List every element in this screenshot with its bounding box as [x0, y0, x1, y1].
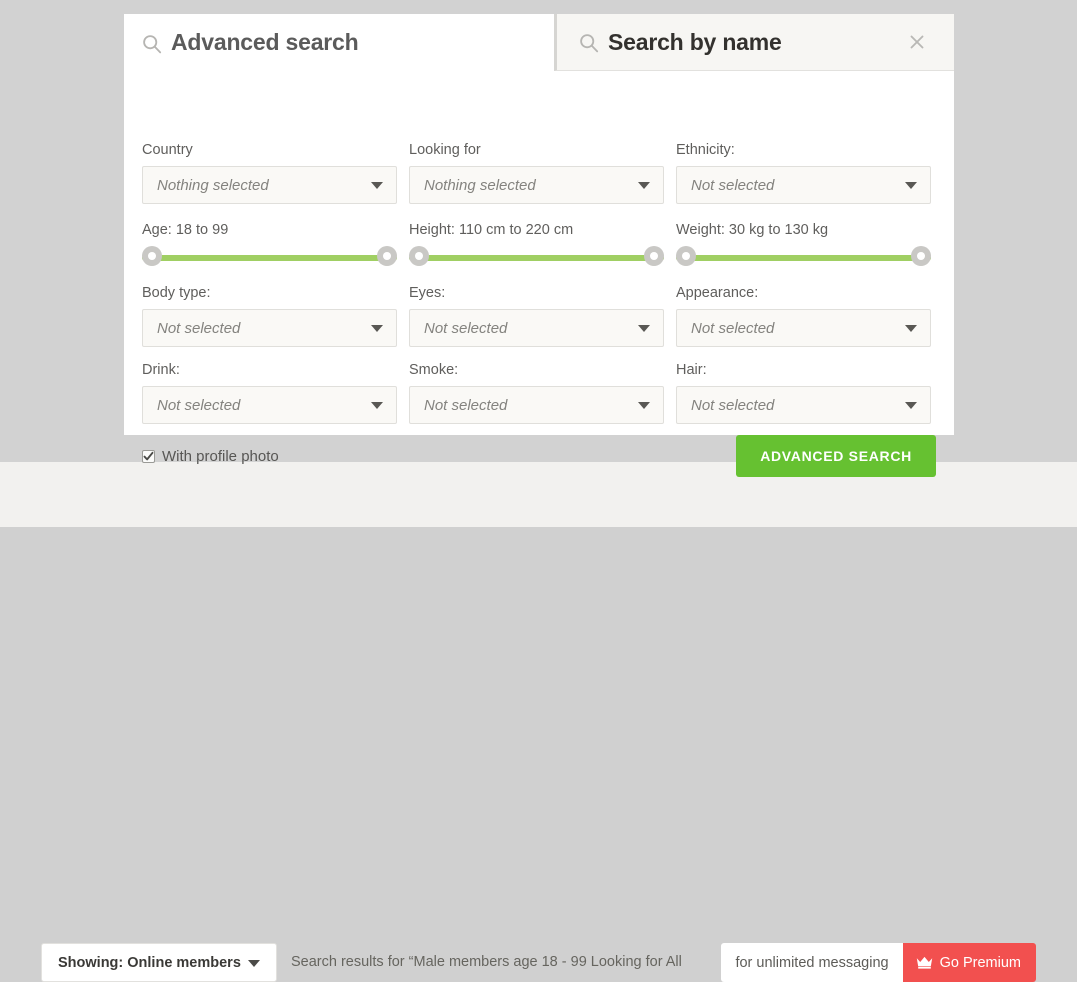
tab-search-by-name-label: Search by name	[608, 28, 782, 55]
eyes-select[interactable]: Not selected	[409, 309, 664, 347]
field-height-range: Height: 110 cm to 220 cm	[409, 221, 664, 270]
field-body-type: Body type: Not selected	[142, 284, 397, 347]
tab-advanced-search[interactable]: Advanced search	[124, 14, 554, 71]
field-age-range: Age: 18 to 99	[142, 221, 397, 270]
field-age-label: Age: 18 to 99	[142, 222, 229, 238]
field-ethnicity-label: Ethnicity:	[676, 142, 735, 158]
chevron-down-icon	[371, 402, 383, 409]
country-select-value: Nothing selected	[157, 176, 269, 194]
drink-select[interactable]: Not selected	[142, 386, 397, 424]
chevron-down-icon	[638, 182, 650, 189]
smoke-select[interactable]: Not selected	[409, 386, 664, 424]
chevron-down-icon	[638, 325, 650, 332]
field-looking-for: Looking for Nothing selected	[409, 141, 664, 204]
field-country-label: Country	[142, 142, 193, 158]
height-slider-handle-max[interactable]	[644, 246, 664, 266]
tab-advanced-search-label: Advanced search	[171, 29, 359, 55]
chevron-down-icon	[905, 182, 917, 189]
field-drink: Drink: Not selected	[142, 361, 397, 424]
showing-filter-select[interactable]: Showing: Online members	[41, 943, 277, 982]
field-country: Country Nothing selected	[142, 141, 397, 204]
height-range-slider[interactable]	[409, 246, 664, 270]
with-profile-photo-checkbox[interactable]	[142, 449, 155, 463]
chevron-down-icon	[371, 182, 383, 189]
search-results-summary: Search results for “Male members age 18 …	[291, 954, 682, 970]
go-premium-button[interactable]: Go Premium	[902, 943, 1036, 982]
age-slider-track[interactable]	[142, 255, 397, 261]
form-row-ranges: Age: 18 to 99 Height: 110 cm to 220 cm W…	[142, 221, 936, 270]
ethnicity-select[interactable]: Not selected	[676, 166, 931, 204]
results-toolbar: Showing: Online members Search results f…	[0, 462, 1077, 982]
form-row-basics: Country Nothing selected Looking for Not…	[142, 141, 936, 204]
search-icon	[142, 34, 162, 54]
country-select[interactable]: Nothing selected	[142, 166, 397, 204]
advanced-search-card: Advanced search Search by name Country N…	[124, 14, 954, 477]
field-smoke-label: Smoke:	[409, 362, 459, 378]
chevron-down-icon	[905, 325, 917, 332]
go-premium-label: Go Premium	[939, 954, 1021, 971]
crown-icon	[916, 956, 933, 969]
field-ethnicity: Ethnicity: Not selected	[676, 141, 931, 204]
hair-select-value: Not selected	[691, 396, 775, 414]
ethnicity-select-value: Not selected	[691, 176, 775, 194]
showing-filter-label: Showing: Online members	[58, 954, 241, 971]
field-eyes-label: Eyes:	[409, 285, 446, 301]
looking-for-select-value: Nothing selected	[424, 176, 536, 194]
field-appearance-label: Appearance:	[676, 285, 759, 301]
promo-message: for unlimited messaging	[721, 943, 903, 982]
search-icon	[579, 33, 599, 53]
field-height-label: Height: 110 cm to 220 cm	[409, 222, 574, 238]
weight-slider-track[interactable]	[676, 255, 931, 261]
body-type-select[interactable]: Not selected	[142, 309, 397, 347]
age-range-slider[interactable]	[142, 246, 397, 270]
field-looking-for-label: Looking for	[409, 142, 481, 158]
go-premium-promo: for unlimited messaging Go Premium	[721, 943, 1036, 982]
field-eyes: Eyes: Not selected	[409, 284, 664, 347]
weight-range-slider[interactable]	[676, 246, 931, 270]
field-weight-range: Weight: 30 kg to 130 kg	[676, 221, 931, 270]
field-smoke: Smoke: Not selected	[409, 361, 664, 424]
chevron-down-icon	[248, 959, 260, 967]
age-slider-handle-max[interactable]	[377, 246, 397, 266]
field-body-type-label: Body type:	[142, 285, 211, 301]
field-appearance: Appearance: Not selected	[676, 284, 931, 347]
chevron-down-icon	[371, 325, 383, 332]
page-root: Advanced search Search by name Country N…	[0, 0, 1077, 982]
tab-search-by-name[interactable]: Search by name	[554, 14, 954, 71]
form-row-lifestyle: Drink: Not selected Smoke: Not selected	[142, 361, 936, 424]
height-slider-track[interactable]	[409, 255, 664, 261]
looking-for-select[interactable]: Nothing selected	[409, 166, 664, 204]
close-icon[interactable]	[908, 33, 926, 51]
height-slider-handle-min[interactable]	[409, 246, 429, 266]
weight-slider-handle-max[interactable]	[911, 246, 931, 266]
field-drink-label: Drink:	[142, 362, 180, 378]
field-hair-label: Hair:	[676, 362, 707, 378]
field-hair: Hair: Not selected	[676, 361, 931, 424]
tab-bar: Advanced search Search by name	[124, 14, 954, 71]
field-weight-label: Weight: 30 kg to 130 kg	[676, 222, 829, 238]
body-type-select-value: Not selected	[157, 319, 241, 337]
form-row-physical: Body type: Not selected Eyes: Not select…	[142, 284, 936, 347]
weight-slider-handle-min[interactable]	[676, 246, 696, 266]
appearance-select-value: Not selected	[691, 319, 775, 337]
drink-select-value: Not selected	[157, 396, 241, 414]
appearance-select[interactable]: Not selected	[676, 309, 931, 347]
age-slider-handle-min[interactable]	[142, 246, 162, 266]
eyes-select-value: Not selected	[424, 319, 508, 337]
chevron-down-icon	[638, 402, 650, 409]
smoke-select-value: Not selected	[424, 396, 508, 414]
hair-select[interactable]: Not selected	[676, 386, 931, 424]
chevron-down-icon	[905, 402, 917, 409]
